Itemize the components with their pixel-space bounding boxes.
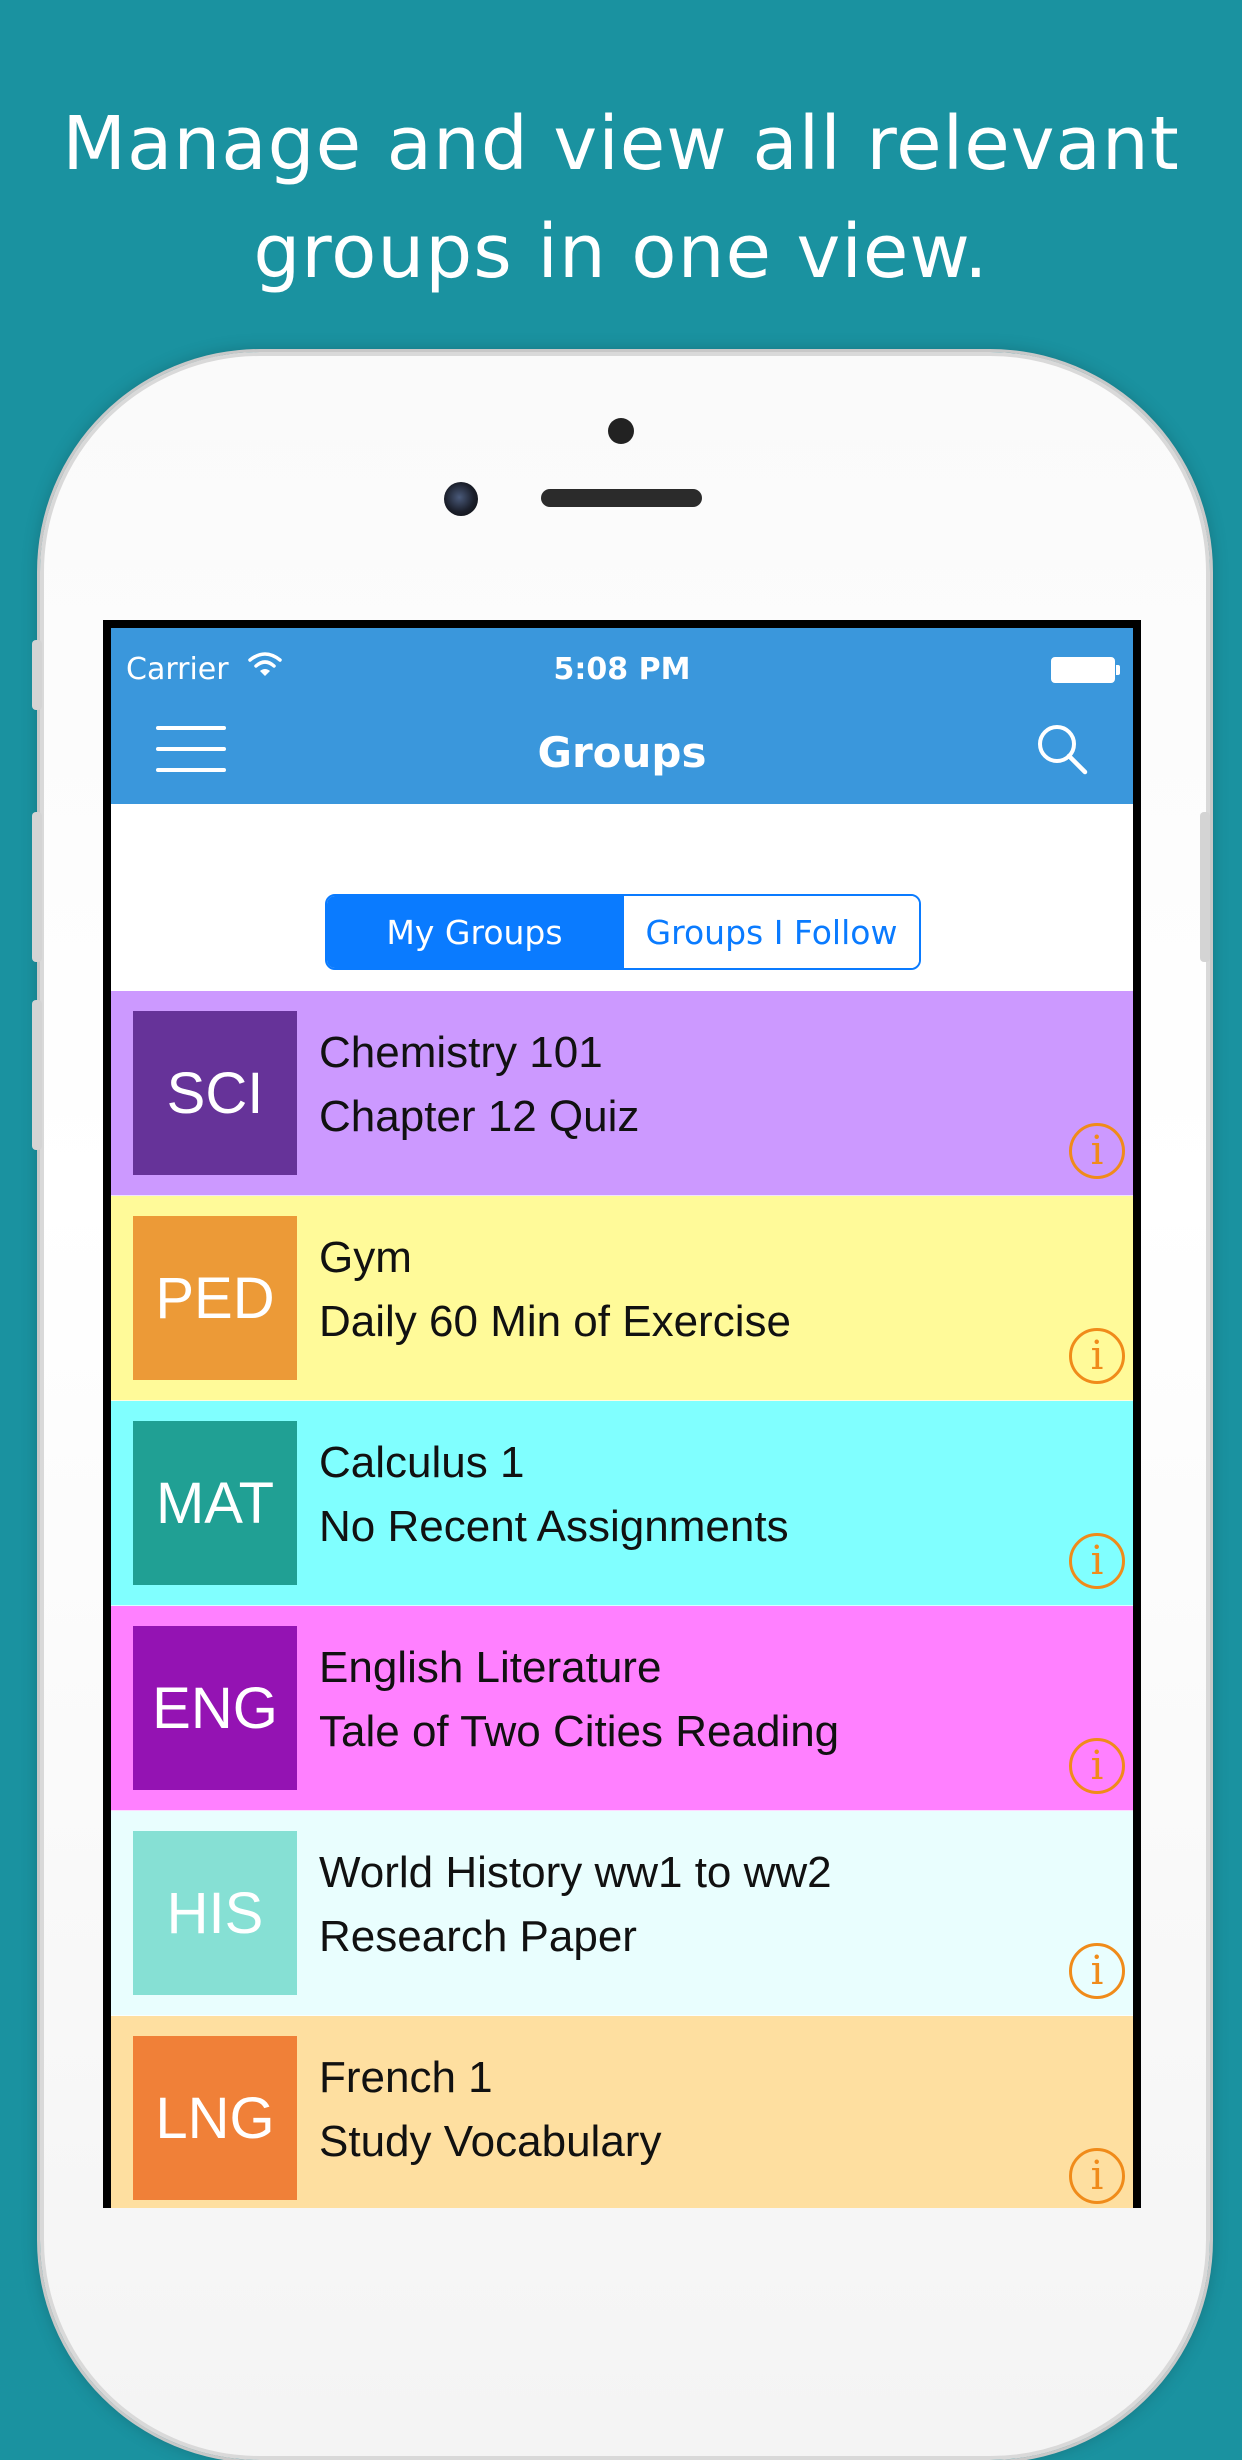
group-text: World History ww1 to ww2 Research Paper	[319, 1841, 832, 1969]
headline-line-2: groups in one view.	[253, 209, 989, 295]
group-row-ped[interactable]: PED Gym Daily 60 Min of Exercise i	[111, 1196, 1133, 1401]
group-subtitle: Tale of Two Cities Reading	[319, 1707, 840, 1756]
group-row-sci[interactable]: SCI Chemistry 101 Chapter 12 Quiz i	[111, 991, 1133, 1196]
group-subtitle: Research Paper	[319, 1912, 637, 1961]
info-icon[interactable]: i	[1069, 1123, 1125, 1179]
proximity-sensor	[608, 418, 634, 444]
group-badge: MAT	[133, 1421, 297, 1585]
group-title: French 1	[319, 2053, 493, 2102]
groups-segmented-control: My Groups Groups I Follow	[325, 894, 921, 970]
page-title: Groups	[537, 728, 707, 777]
group-row-mat[interactable]: MAT Calculus 1 No Recent Assignments i	[111, 1401, 1133, 1606]
group-title: World History ww1 to ww2	[319, 1848, 832, 1897]
group-title: Calculus 1	[319, 1438, 525, 1487]
group-badge: SCI	[133, 1011, 297, 1175]
status-time: 5:08 PM	[553, 652, 691, 687]
navigation-bar: Carrier 5:08 PM Groups	[111, 628, 1133, 804]
info-icon[interactable]: i	[1069, 2148, 1125, 2204]
group-title: Chemistry 101	[319, 1028, 603, 1077]
tab-my-groups[interactable]: My Groups	[327, 896, 622, 968]
status-bar: Carrier 5:08 PM	[111, 640, 1133, 687]
info-icon[interactable]: i	[1069, 1738, 1125, 1794]
group-subtitle: No Recent Assignments	[319, 1502, 789, 1551]
group-text: English Literature Tale of Two Cities Re…	[319, 1636, 839, 1764]
group-subtitle: Study Vocabulary	[319, 2117, 662, 2166]
group-text: Chemistry 101 Chapter 12 Quiz	[319, 1021, 639, 1149]
tab-groups-i-follow[interactable]: Groups I Follow	[622, 896, 919, 968]
volume-up-button	[32, 812, 42, 962]
info-icon[interactable]: i	[1069, 1328, 1125, 1384]
mute-switch	[32, 640, 42, 710]
app-screen: Carrier 5:08 PM Groups My Groups Groups …	[111, 628, 1133, 2208]
group-badge: HIS	[133, 1831, 297, 1995]
power-button	[1200, 812, 1210, 962]
group-row-eng[interactable]: ENG English Literature Tale of Two Citie…	[111, 1606, 1133, 1811]
group-badge: LNG	[133, 2036, 297, 2200]
group-row-lng[interactable]: LNG French 1 Study Vocabulary i	[111, 2016, 1133, 2208]
volume-down-button	[32, 1000, 42, 1150]
earpiece-speaker	[541, 489, 702, 507]
group-text: Calculus 1 No Recent Assignments	[319, 1431, 789, 1559]
info-icon[interactable]: i	[1069, 1943, 1125, 1999]
group-title: English Literature	[319, 1643, 662, 1692]
group-badge: PED	[133, 1216, 297, 1380]
info-icon[interactable]: i	[1069, 1533, 1125, 1589]
headline: Manage and view all relevant groups in o…	[0, 90, 1242, 306]
headline-line-1: Manage and view all relevant	[62, 101, 1180, 187]
groups-list: SCI Chemistry 101 Chapter 12 Quiz i PED …	[111, 991, 1133, 2208]
group-text: French 1 Study Vocabulary	[319, 2046, 661, 2174]
front-camera-icon	[444, 482, 478, 516]
battery-icon	[1051, 657, 1120, 683]
group-badge: ENG	[133, 1626, 297, 1790]
phone-screen: Carrier 5:08 PM Groups My Groups Groups …	[103, 620, 1141, 2208]
group-subtitle: Daily 60 Min of Exercise	[319, 1297, 791, 1346]
group-title: Gym	[319, 1233, 412, 1282]
group-subtitle: Chapter 12 Quiz	[319, 1092, 640, 1141]
search-icon[interactable]	[1033, 720, 1093, 780]
group-row-his[interactable]: HIS World History ww1 to ww2 Research Pa…	[111, 1811, 1133, 2016]
group-text: Gym Daily 60 Min of Exercise	[319, 1226, 791, 1354]
